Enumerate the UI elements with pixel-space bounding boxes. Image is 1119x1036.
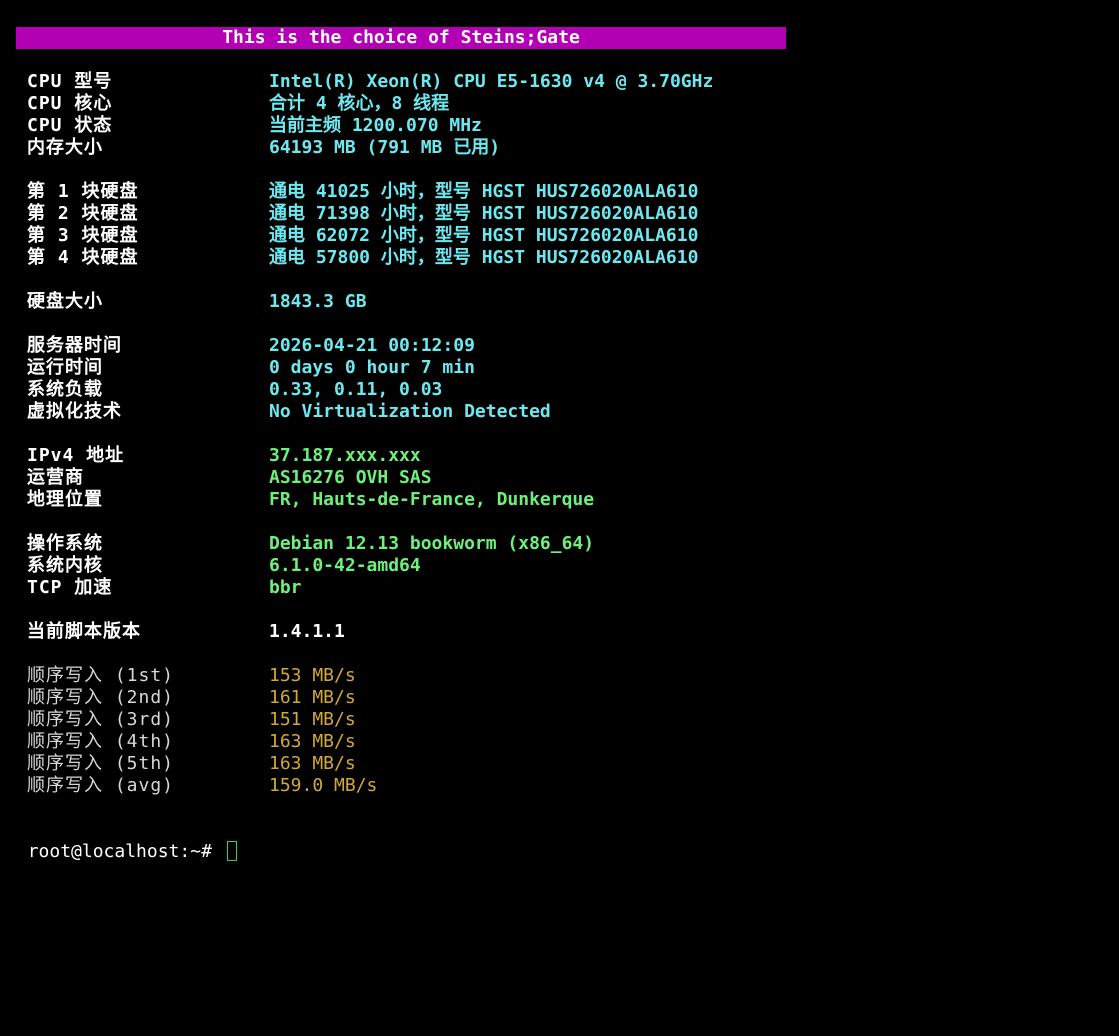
tcp-congestion-value: bbr: [269, 577, 302, 598]
info-row: 内存大小 64193 MB (791 MB 已用): [27, 137, 1107, 159]
section-system-status: 服务器时间 2026-04-21 00:12:09 运行时间 0 days 0 …: [27, 335, 1107, 423]
write-speed-avg-value: 159.0 MB/s: [269, 775, 378, 796]
row-label: 硬盘大小: [27, 291, 103, 312]
info-row: 顺序写入 (4th) 163 MB/s: [27, 731, 1107, 753]
row-label: 地理位置: [27, 489, 103, 510]
cpu-model-value: Intel(R) Xeon(R) CPU E5-1630 v4 @ 3.70GH…: [269, 71, 714, 92]
section-disks: 第 1 块硬盘 通电 41025 小时，型号 HGST HUS726020ALA…: [27, 181, 1107, 269]
cpu-cores-value: 合计 4 核心，8 线程: [269, 93, 450, 114]
write-speed-value: 161 MB/s: [269, 687, 356, 708]
cursor-block[interactable]: [226, 841, 237, 861]
shell-prompt-line[interactable]: root@localhost:~#: [6, 819, 237, 862]
row-label: 顺序写入 (2nd): [27, 687, 175, 708]
row-label: 内存大小: [27, 137, 103, 158]
info-row: 虚拟化技术 No Virtualization Detected: [27, 401, 1107, 423]
info-row: 系统负载 0.33, 0.11, 0.03: [27, 379, 1107, 401]
shell-prompt: root@localhost:~#: [27, 841, 223, 862]
section-disk-write-test: 顺序写入 (1st) 153 MB/s 顺序写入 (2nd) 161 MB/s …: [27, 665, 1107, 797]
row-label: TCP 加速: [27, 577, 113, 598]
os-value: Debian 12.13 bookworm (x86_64): [269, 533, 595, 554]
row-label: CPU 状态: [27, 115, 113, 136]
section-hardware: CPU 型号 Intel(R) Xeon(R) CPU E5-1630 v4 @…: [27, 71, 1107, 159]
info-row: TCP 加速 bbr: [27, 577, 1107, 599]
virtualization-value: No Virtualization Detected: [269, 401, 551, 422]
row-label: 运行时间: [27, 357, 103, 378]
row-label: 系统负载: [27, 379, 103, 400]
row-label: 运营商: [27, 467, 84, 488]
uptime-value: 0 days 0 hour 7 min: [269, 357, 475, 378]
disk-2-value: 通电 71398 小时，型号 HGST HUS726020ALA610: [269, 203, 699, 224]
disk-4-value: 通电 57800 小时，型号 HGST HUS726020ALA610: [269, 247, 699, 268]
write-speed-value: 153 MB/s: [269, 665, 356, 686]
info-row: 顺序写入 (avg) 159.0 MB/s: [27, 775, 1107, 797]
row-label: 第 4 块硬盘: [27, 247, 139, 268]
info-row: 顺序写入 (3rd) 151 MB/s: [27, 709, 1107, 731]
row-label: 顺序写入 (1st): [27, 665, 175, 686]
info-row: 顺序写入 (2nd) 161 MB/s: [27, 687, 1107, 709]
info-row: 运行时间 0 days 0 hour 7 min: [27, 357, 1107, 379]
script-version-value: 1.4.1.1: [269, 621, 345, 642]
kernel-value: 6.1.0-42-amd64: [269, 555, 421, 576]
isp-value: AS16276 OVH SAS: [269, 467, 432, 488]
ipv4-value: 37.187.xxx.xxx: [269, 445, 421, 466]
section-disk-size: 硬盘大小 1843.3 GB: [27, 291, 1107, 313]
disk-1-value: 通电 41025 小时，型号 HGST HUS726020ALA610: [269, 181, 699, 202]
info-row: 系统内核 6.1.0-42-amd64: [27, 555, 1107, 577]
info-row: 当前脚本版本 1.4.1.1: [27, 621, 1107, 643]
row-label: 当前脚本版本: [27, 621, 141, 642]
section-os: 操作系统 Debian 12.13 bookworm (x86_64) 系统内核…: [27, 533, 1107, 599]
row-label: CPU 型号: [27, 71, 113, 92]
disk-3-value: 通电 62072 小时，型号 HGST HUS726020ALA610: [269, 225, 699, 246]
info-row: 第 3 块硬盘 通电 62072 小时，型号 HGST HUS726020ALA…: [27, 225, 1107, 247]
write-speed-value: 163 MB/s: [269, 731, 356, 752]
info-row: IPv4 地址 37.187.xxx.xxx: [27, 445, 1107, 467]
write-speed-value: 163 MB/s: [269, 753, 356, 774]
info-row: 第 1 块硬盘 通电 41025 小时，型号 HGST HUS726020ALA…: [27, 181, 1107, 203]
info-row: 操作系统 Debian 12.13 bookworm (x86_64): [27, 533, 1107, 555]
section-network: IPv4 地址 37.187.xxx.xxx 运营商 AS16276 OVH S…: [27, 445, 1107, 511]
banner-title: This is the choice of Steins;Gate: [16, 27, 786, 49]
row-label: 第 1 块硬盘: [27, 181, 139, 202]
server-time-value: 2026-04-21 00:12:09: [269, 335, 475, 356]
row-label: 顺序写入 (5th): [27, 753, 175, 774]
row-label: 顺序写入 (3rd): [27, 709, 175, 730]
row-label: IPv4 地址: [27, 445, 125, 466]
load-average-value: 0.33, 0.11, 0.03: [269, 379, 443, 400]
info-row: 硬盘大小 1843.3 GB: [27, 291, 1107, 313]
row-label: 第 2 块硬盘: [27, 203, 139, 224]
write-speed-value: 151 MB/s: [269, 709, 356, 730]
disk-size-value: 1843.3 GB: [269, 291, 367, 312]
info-row: 第 4 块硬盘 通电 57800 小时，型号 HGST HUS726020ALA…: [27, 247, 1107, 269]
row-label: 第 3 块硬盘: [27, 225, 139, 246]
cpu-freq-value: 当前主频 1200.070 MHz: [269, 115, 482, 136]
info-row: 第 2 块硬盘 通电 71398 小时，型号 HGST HUS726020ALA…: [27, 203, 1107, 225]
row-label: CPU 核心: [27, 93, 113, 114]
system-info-report: CPU 型号 Intel(R) Xeon(R) CPU E5-1630 v4 @…: [27, 71, 1107, 819]
location-value: FR, Hauts-de-France, Dunkerque: [269, 489, 595, 510]
info-row: 服务器时间 2026-04-21 00:12:09: [27, 335, 1107, 357]
info-row: CPU 核心 合计 4 核心，8 线程: [27, 93, 1107, 115]
row-label: 服务器时间: [27, 335, 122, 356]
info-row: CPU 型号 Intel(R) Xeon(R) CPU E5-1630 v4 @…: [27, 71, 1107, 93]
row-label: 操作系统: [27, 533, 103, 554]
row-label: 虚拟化技术: [27, 401, 122, 422]
info-row: 运营商 AS16276 OVH SAS: [27, 467, 1107, 489]
row-label: 系统内核: [27, 555, 103, 576]
row-label: 顺序写入 (avg): [27, 775, 175, 796]
memory-value: 64193 MB (791 MB 已用): [269, 137, 501, 158]
info-row: 顺序写入 (1st) 153 MB/s: [27, 665, 1107, 687]
info-row: CPU 状态 当前主频 1200.070 MHz: [27, 115, 1107, 137]
row-label: 顺序写入 (4th): [27, 731, 175, 752]
section-script-version: 当前脚本版本 1.4.1.1: [27, 621, 1107, 643]
info-row: 地理位置 FR, Hauts-de-France, Dunkerque: [27, 489, 1107, 511]
info-row: 顺序写入 (5th) 163 MB/s: [27, 753, 1107, 775]
